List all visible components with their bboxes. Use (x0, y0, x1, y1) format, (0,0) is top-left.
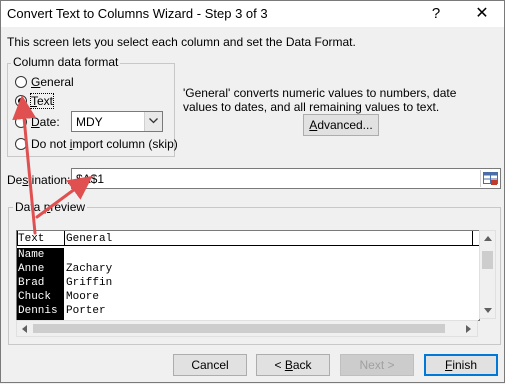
scroll-up-icon[interactable] (484, 236, 492, 241)
column-header-2[interactable]: General (66, 233, 112, 245)
intro-text: This screen lets you select each column … (7, 35, 356, 49)
column-separator (472, 231, 473, 245)
scroll-right-icon[interactable] (466, 325, 471, 333)
table-cell: Brad (18, 276, 45, 290)
column-separator (64, 231, 65, 245)
advanced-button[interactable]: Advanced... (303, 114, 379, 136)
table-cell: Anne (18, 262, 45, 276)
table-cell: Moore (66, 291, 100, 303)
radio-text-label: Text (29, 93, 55, 109)
format-description: 'General' converts numeric values to num… (183, 86, 457, 114)
back-button[interactable]: < Back (256, 354, 330, 376)
date-format-value: MDY (76, 115, 103, 129)
title-bar: Convert Text to Columns Wizard - Step 3 … (1, 1, 504, 27)
vertical-scroll-thumb[interactable] (482, 251, 493, 269)
wizard-dialog: Convert Text to Columns Wizard - Step 3 … (0, 0, 505, 383)
date-format-select[interactable]: MDY (71, 111, 163, 132)
header-divider (17, 245, 479, 246)
chevron-down-icon[interactable] (144, 112, 162, 131)
data-preview-legend: Data preview (13, 200, 88, 214)
range-selector-icon[interactable] (480, 170, 499, 187)
radio-general-label: General (31, 75, 74, 89)
help-icon[interactable]: ? (413, 1, 459, 27)
radio-date-label: Date: (31, 115, 60, 129)
radio-skip-label: Do not import column (skip) (31, 137, 178, 151)
cancel-button[interactable]: Cancel (173, 354, 247, 376)
column-header-1[interactable]: Text (18, 233, 44, 245)
vertical-scrollbar[interactable] (479, 230, 496, 319)
destination-input[interactable]: $A$1 (71, 168, 501, 189)
column-data-format-legend: Column data format (11, 55, 121, 69)
radio-general[interactable]: General (15, 74, 74, 90)
horizontal-scrollbar[interactable] (16, 320, 478, 337)
radio-general-button[interactable] (15, 76, 27, 88)
scroll-left-icon[interactable] (22, 325, 27, 333)
next-button[interactable]: Next > (340, 354, 414, 376)
table-cell: Chuck (18, 290, 52, 304)
radio-text[interactable]: Text (15, 93, 55, 109)
close-icon[interactable]: ✕ (459, 1, 505, 27)
window-title: Convert Text to Columns Wizard - Step 3 … (7, 6, 268, 21)
destination-label: Destination: (7, 173, 71, 187)
table-cell: Name (18, 248, 45, 262)
table-cell: Porter (66, 305, 106, 317)
finish-button[interactable]: Finish (424, 354, 498, 376)
table-cell: Griffin (66, 277, 113, 289)
horizontal-scroll-thumb[interactable] (33, 324, 445, 333)
data-preview-group: Data preview Text General Name Anne Zach… (8, 200, 501, 345)
table-cell: Zachary (66, 263, 113, 275)
table-cell: Dennis (18, 304, 58, 318)
radio-skip[interactable]: Do not import column (skip) (15, 136, 178, 152)
radio-date[interactable]: Date: (15, 114, 60, 130)
radio-text-button[interactable] (15, 95, 27, 107)
data-preview-grid[interactable]: Text General Name Anne Zachary Brad Grif… (16, 230, 480, 321)
scroll-down-icon[interactable] (484, 308, 492, 313)
destination-value: $A$1 (76, 172, 105, 186)
radio-skip-button[interactable] (15, 138, 27, 150)
radio-date-button[interactable] (15, 116, 27, 128)
